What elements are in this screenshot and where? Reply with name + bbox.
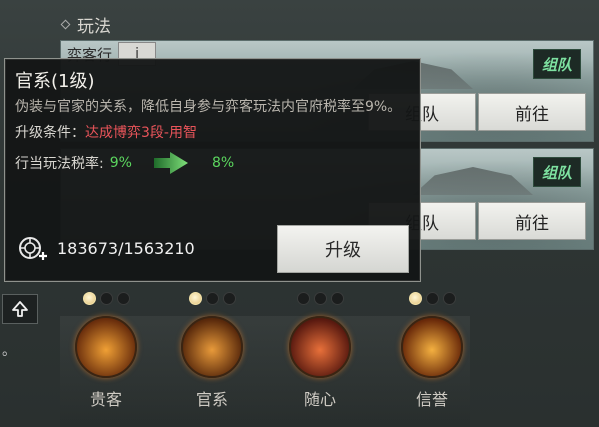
skill-slot[interactable]: 信誉 [392,292,472,410]
tax-to: 8% [211,155,235,171]
level-dot [442,292,456,305]
skill-tooltip: 官系(1级) 伪装与官家的关系，降低自身参与弈客玩法内官府税率至9%。 升级条件… [4,58,421,282]
arrow-right-icon [153,152,188,174]
upgrade-condition: 升级条件：达成博弈3段-用智 [15,122,410,142]
skill-name: 信誉 [415,390,448,409]
arrow-up-icon [12,301,28,317]
level-dot [82,292,96,305]
skill-level-dots [280,292,360,308]
skill-name: 贵客 [89,390,122,409]
tooltip-description: 伪装与官家的关系，降低自身参与弈客玩法内官府税率至9%。 [15,99,402,115]
upgrade-button[interactable]: 升级 [277,225,409,273]
skill-level-dots [392,292,472,308]
level-dot [116,292,130,305]
collapse-button[interactable] [2,294,38,324]
level-dot [330,292,344,305]
section-title-label: 玩法 [77,17,111,37]
condition-value: 达成博弈3段-用智 [85,125,197,141]
left-marker: 。 [2,343,16,359]
skill-slot[interactable]: 官系 [172,292,252,410]
skill-name: 官系 [195,390,228,409]
level-dot [313,292,327,305]
level-dot [425,292,439,305]
level-dot [296,292,310,305]
skill-level-dots [172,292,252,308]
level-dot [188,292,202,305]
team-badge: 组队 [533,157,581,187]
skill-icon[interactable] [75,316,137,378]
team-badge: 组队 [533,49,581,79]
level-dot [99,292,113,305]
skill-icon[interactable] [289,316,351,378]
go-button[interactable]: 前往 [478,202,586,240]
level-dot [205,292,219,305]
tax-rate-row: 行当玩法税率: 9% 8% [15,152,410,174]
skill-level-dots [66,292,146,308]
level-dot [408,292,422,305]
resource-row: 183673/1563210 [17,235,195,261]
level-dot [222,292,236,305]
skill-icon[interactable] [181,316,243,378]
skill-slot[interactable]: 贵客 [66,292,146,410]
tax-label: 行当玩法税率: [15,156,104,172]
section-title: 玩法 [60,12,111,37]
skill-slot[interactable]: 随心 [280,292,360,410]
skill-icon[interactable] [401,316,463,378]
skill-name: 随心 [303,390,336,409]
building-illustration [413,167,533,195]
diamond-icon [60,19,71,30]
tooltip-title: 官系(1级) [15,71,95,92]
currency-icon [19,237,47,260]
go-button[interactable]: 前往 [478,93,586,131]
tax-from: 9% [109,155,132,171]
condition-label: 升级条件： [15,125,85,141]
resource-amount: 183673/1563210 [57,238,195,258]
